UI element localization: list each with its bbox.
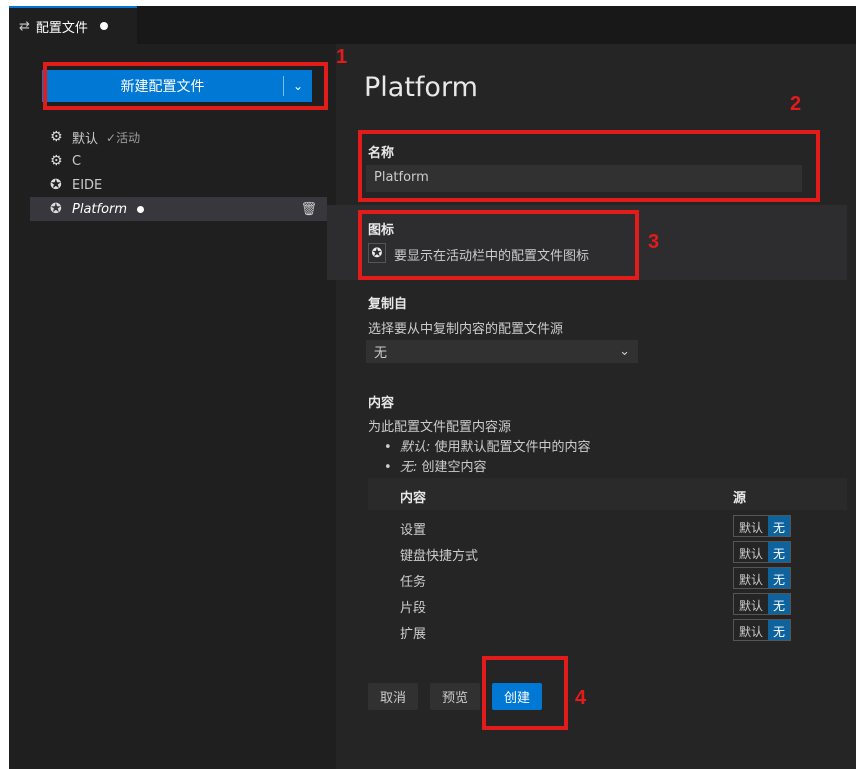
gear-icon: ⚙ <box>50 153 63 169</box>
tab-bar: ⇄ 配置文件 <box>9 6 856 44</box>
table-row-label: 扩展 <box>400 627 427 642</box>
annotation-box-3 <box>358 210 639 280</box>
trash-icon[interactable]: 🗑 <box>300 202 317 217</box>
source-toggle: 默认 无 <box>733 619 792 641</box>
copy-from-value: 无 <box>374 346 388 361</box>
annotation-number-1: 1 <box>336 46 348 68</box>
bullet-text: 使用默认配置文件中的内容 <box>430 440 591 455</box>
col-content-header: 内容 <box>400 491 427 506</box>
tab-label: 配置文件 <box>35 20 88 36</box>
option-default[interactable]: 默认 <box>734 620 768 640</box>
profile-item-eide[interactable]: ✪ EIDE <box>30 173 327 197</box>
option-default[interactable]: 默认 <box>734 568 768 588</box>
col-source-header: 源 <box>733 491 747 506</box>
option-none[interactable]: 无 <box>768 542 791 562</box>
option-default[interactable]: 默认 <box>734 516 768 536</box>
page-title: Platform <box>364 72 478 103</box>
source-toggle: 默认 无 <box>733 515 792 537</box>
tab-profiles[interactable]: ⇄ 配置文件 <box>9 6 137 44</box>
unsaved-dot-icon <box>99 22 108 30</box>
chip-icon: ✪ <box>50 177 62 193</box>
table-row-label: 片段 <box>400 601 427 616</box>
profile-status: ✓活动 <box>106 130 141 145</box>
bullet-default: • 默认: 使用默认配置文件中的内容 <box>384 440 591 455</box>
profile-item-c[interactable]: ⚙ C <box>30 149 327 173</box>
contents-table-header <box>368 478 847 510</box>
contents-label: 内容 <box>368 396 395 411</box>
bullet-term: 默认: <box>399 440 431 455</box>
source-toggle: 默认 无 <box>733 541 792 563</box>
table-row-label: 键盘快捷方式 <box>400 549 479 564</box>
option-none[interactable]: 无 <box>768 620 791 640</box>
profile-name: EIDE <box>72 177 103 193</box>
profile-name: C <box>72 153 82 169</box>
option-none[interactable]: 无 <box>768 594 791 614</box>
bullet-term: 无: <box>399 460 418 475</box>
profile-list: ⚙ 默认 ✓活动 ⚙ C ✪ EIDE ✪ Platform 🗑 <box>30 125 327 221</box>
unsaved-dot-icon <box>137 205 145 213</box>
gear-icon: ⚙ <box>50 129 63 145</box>
option-none[interactable]: 无 <box>768 516 791 536</box>
table-row-label: 设置 <box>400 523 427 538</box>
source-toggle: 默认 无 <box>733 567 792 589</box>
profile-item-default[interactable]: ⚙ 默认 ✓活动 <box>30 125 327 149</box>
table-row-label: 任务 <box>400 575 427 590</box>
annotation-number-4: 4 <box>575 687 587 709</box>
annotation-box-2 <box>358 130 820 202</box>
settings-sliders-icon: ⇄ <box>19 18 30 34</box>
annotation-number-3: 3 <box>648 231 660 253</box>
chip-icon: ✪ <box>50 201 62 217</box>
window-frame: ⇄ 配置文件 <box>9 6 856 769</box>
copy-from-select[interactable]: 无 ⌄ <box>366 340 638 363</box>
bullet-none: • 无: 创建空内容 <box>384 460 487 475</box>
copy-from-description: 选择要从中复制内容的配置文件源 <box>368 322 564 337</box>
cancel-button[interactable]: 取消 <box>368 683 418 710</box>
option-default[interactable]: 默认 <box>734 594 768 614</box>
profile-name: Platform <box>72 201 128 217</box>
profile-item-platform[interactable]: ✪ Platform 🗑 <box>30 197 327 221</box>
option-default[interactable]: 默认 <box>734 542 768 562</box>
bullet-text: 创建空内容 <box>417 460 487 475</box>
annotation-number-2: 2 <box>790 93 802 115</box>
chevron-down-icon: ⌄ <box>619 344 630 359</box>
source-toggle: 默认 无 <box>733 593 792 615</box>
option-none[interactable]: 无 <box>768 568 791 588</box>
preview-button[interactable]: 预览 <box>430 683 480 710</box>
copy-from-label: 复制自 <box>368 297 408 312</box>
annotation-box-1 <box>43 62 328 110</box>
profile-name: 默认 <box>72 131 99 147</box>
annotation-box-4 <box>482 656 568 730</box>
contents-description: 为此配置文件配置内容源 <box>368 420 512 435</box>
